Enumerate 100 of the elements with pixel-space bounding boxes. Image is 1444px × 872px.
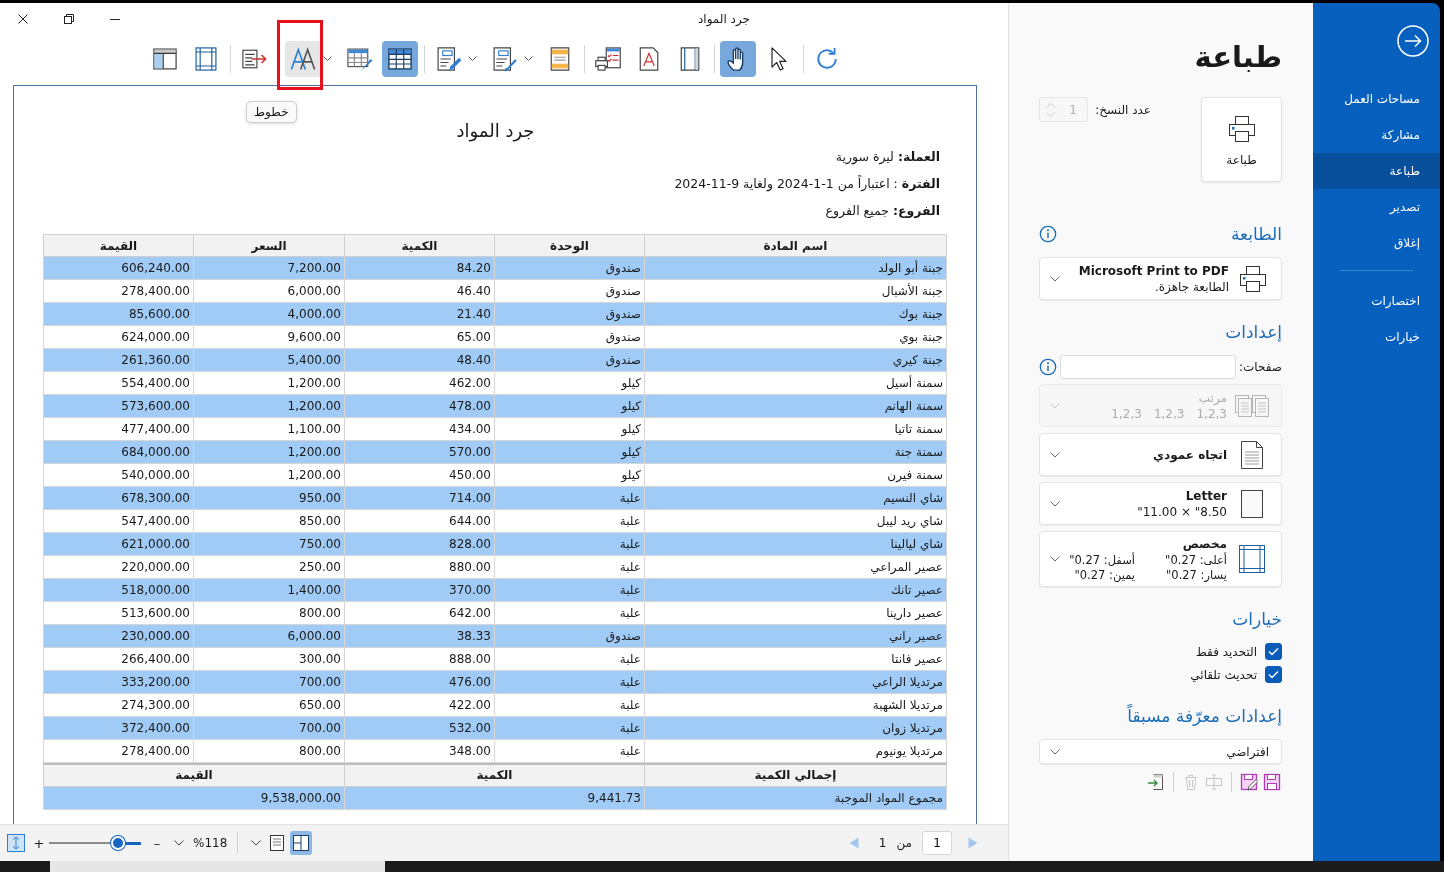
table-cell: 65.00 (344, 325, 495, 349)
table-cell: مرتديلا زوان (644, 716, 947, 740)
table-cell: علبة (494, 532, 645, 556)
table-cell: كيلو (494, 463, 645, 487)
table-cell: كيلو (494, 394, 645, 418)
toolbar-button[interactable] (382, 40, 418, 77)
copies-label: عدد النسخ: (1095, 103, 1151, 117)
page-of-label: من (896, 836, 912, 850)
table-cell: 476.00 (344, 670, 495, 694)
table-cell: عصير راني (644, 624, 947, 648)
table-cell: 850.00 (193, 509, 345, 533)
table-cell: كيلو (494, 417, 645, 441)
sidebar-item[interactable]: اختصارات (1313, 283, 1440, 319)
page-frame-icon (192, 44, 220, 73)
section-heading: الطابعة (1230, 224, 1282, 244)
presets-dropdown[interactable]: افتراضي (1039, 739, 1282, 764)
zoom-out-button[interactable]: – (149, 835, 165, 851)
table-cell: علبة (494, 509, 645, 533)
info-icon[interactable] (1039, 225, 1057, 243)
table-cell: 1,200.00 (193, 371, 345, 395)
table-cell: 1,200.00 (193, 440, 345, 464)
print-button[interactable]: طباعة (1201, 97, 1282, 182)
preset-action-button[interactable] (1263, 773, 1281, 791)
info-icon[interactable] (1039, 358, 1057, 376)
table-cell: 278,400.00 (43, 279, 194, 303)
single-page-icon (268, 834, 287, 852)
column-header: الكمية (344, 764, 645, 786)
pages-label: صفحات: (1239, 360, 1282, 374)
margins-dropdown[interactable]: مخصص أعلى: 0.27" يسار: 0.27" أسفل: 0.27" يمين: 0.27" (1039, 531, 1282, 587)
caret-icon (251, 840, 262, 846)
sidebar-item[interactable]: مساحات العمل (1313, 81, 1440, 117)
table-cell: 888.00 (344, 647, 495, 671)
orientation-dropdown[interactable]: اتجاه عمودي (1039, 433, 1282, 476)
table-cell: عصير فانتا (644, 647, 947, 671)
table-cell: مرتديلا الراعي (644, 670, 947, 694)
page-split-icon (292, 834, 311, 852)
table-cell: 1,200.00 (193, 394, 345, 418)
table-cell: 46.40 (344, 279, 495, 303)
table-cell: 261,360.00 (43, 348, 194, 372)
section-heading: إعدادات معرّفة مسبقاً (1127, 706, 1282, 726)
table-cell: 462.00 (344, 371, 495, 395)
fit-page-button[interactable] (7, 832, 25, 854)
table-cell: صندوق (494, 624, 645, 648)
table-cell: 540,000.00 (43, 463, 194, 487)
table-cell: 250.00 (193, 555, 345, 579)
checkmark-icon (1268, 670, 1279, 679)
table-cell: 48.40 (344, 348, 495, 372)
chevron-down-icon (1050, 748, 1060, 755)
sidebar-item[interactable]: طباعة (1313, 153, 1440, 189)
sidebar-item[interactable]: إغلاق (1313, 225, 1440, 261)
table-cell: 678,300.00 (43, 486, 194, 510)
preset-action-button[interactable] (1147, 773, 1165, 791)
table-cell: صندوق (494, 279, 645, 303)
table-cell: 422.00 (344, 693, 495, 717)
table-cell: 84.20 (344, 256, 495, 280)
table-cell: 4,000.00 (193, 302, 345, 326)
table-cell: شاي ريد ليبل (644, 509, 947, 533)
report-title: جرد المواد (455, 119, 536, 143)
table-cell: 372,400.00 (43, 716, 194, 740)
paper-size-dropdown[interactable]: Letter 8.50" × 11.00" (1039, 482, 1282, 525)
blank-page-icon (1240, 488, 1264, 519)
pages-field[interactable] (1060, 355, 1236, 379)
table-cell: 274,300.00 (43, 693, 194, 717)
table-cell: 800.00 (193, 601, 345, 625)
table-cell: علبة (494, 486, 645, 510)
table-cell: 370.00 (344, 578, 495, 602)
column-header: إجمالي الكمية (644, 764, 947, 786)
page-input[interactable]: 1 (922, 831, 952, 855)
table-cell: صندوق (494, 302, 645, 326)
chevron-down-icon (1050, 275, 1060, 282)
chevron-down-icon (1050, 500, 1060, 507)
table-cell: 554,400.00 (43, 371, 194, 395)
table-cell: 547,400.00 (43, 509, 194, 533)
sidebar-item[interactable]: خيارات (1313, 319, 1440, 355)
view-button[interactable] (290, 831, 313, 855)
checkbox[interactable] (1265, 643, 1282, 660)
table-cell: 220,000.00 (43, 555, 194, 579)
table-cell: سمنة جنة (644, 440, 947, 464)
table-cell: علبة (494, 601, 645, 625)
toolbar-button[interactable] (720, 40, 756, 77)
table-cell: 684,000.00 (43, 440, 194, 464)
table-cell: صندوق (494, 256, 645, 280)
table-cell: 644.00 (344, 509, 495, 533)
table-cell: 642.00 (344, 601, 495, 625)
table-cell: صندوق (494, 348, 645, 372)
sidebar-item[interactable]: تصدير (1313, 189, 1440, 225)
table-cell: 532.00 (344, 716, 495, 740)
zoom-in-button[interactable]: + (31, 835, 47, 851)
slider-thumb[interactable] (111, 836, 125, 850)
restore-icon (64, 14, 74, 24)
table-cell: 477,400.00 (43, 417, 194, 441)
sidebar-item[interactable]: مشاركة (1313, 117, 1440, 153)
checkbox[interactable] (1265, 666, 1282, 683)
preset-action-button[interactable] (1240, 773, 1258, 791)
table-cell: 518,000.00 (43, 578, 194, 602)
back-button[interactable] (1397, 25, 1429, 57)
table-cell: 828.00 (344, 532, 495, 556)
table-cell: 950.00 (193, 486, 345, 510)
chevron-down-icon (1050, 451, 1060, 458)
section-heading: خيارات (1232, 609, 1282, 629)
